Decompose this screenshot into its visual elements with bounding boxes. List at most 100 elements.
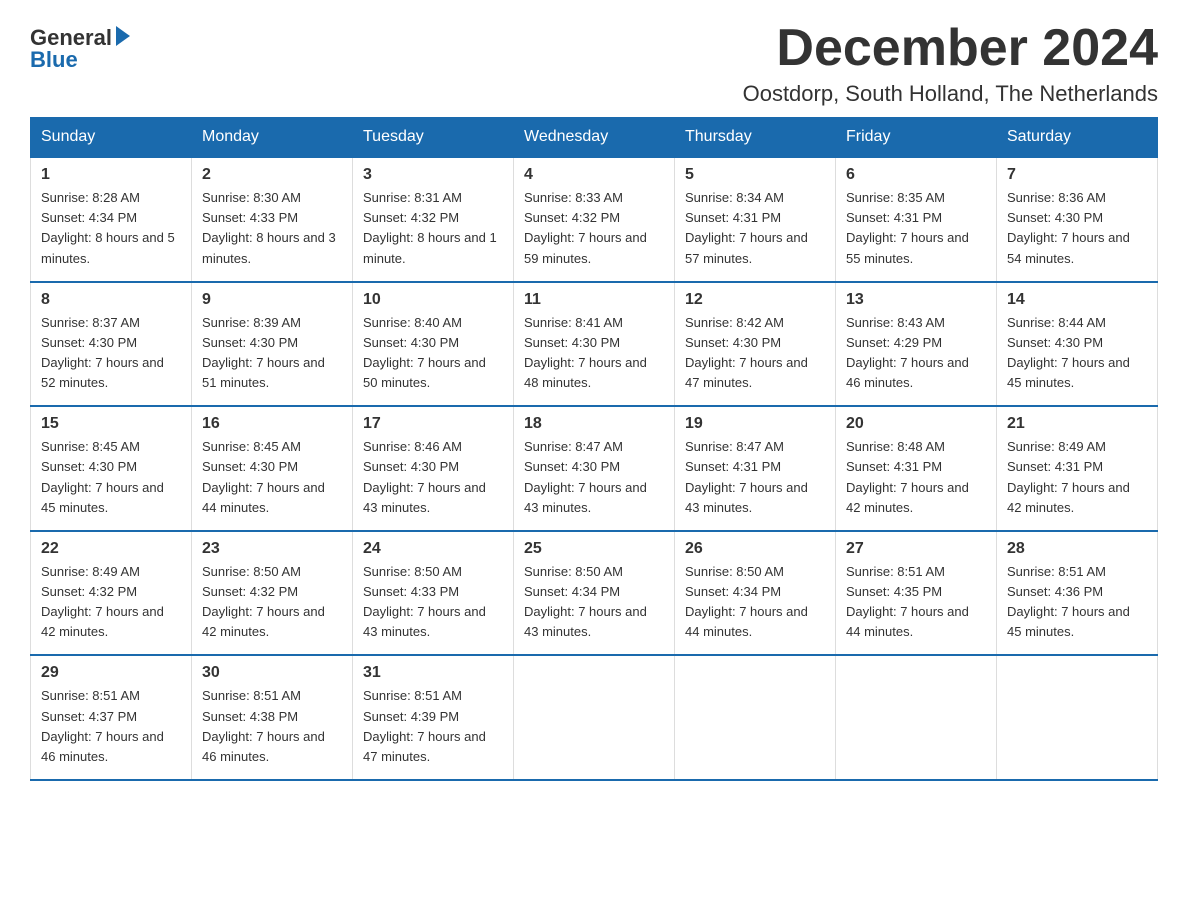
- day-number: 5: [685, 166, 825, 184]
- calendar-cell: 1 Sunrise: 8:28 AMSunset: 4:34 PMDayligh…: [31, 157, 192, 282]
- day-info: Sunrise: 8:41 AMSunset: 4:30 PMDaylight:…: [524, 313, 664, 394]
- day-info: Sunrise: 8:44 AMSunset: 4:30 PMDaylight:…: [1007, 313, 1147, 394]
- calendar-cell: 14 Sunrise: 8:44 AMSunset: 4:30 PMDaylig…: [997, 282, 1158, 407]
- calendar-week-row: 8 Sunrise: 8:37 AMSunset: 4:30 PMDayligh…: [31, 282, 1158, 407]
- day-number: 18: [524, 415, 664, 433]
- calendar-cell: 12 Sunrise: 8:42 AMSunset: 4:30 PMDaylig…: [675, 282, 836, 407]
- day-number: 17: [363, 415, 503, 433]
- calendar-cell: 30 Sunrise: 8:51 AMSunset: 4:38 PMDaylig…: [192, 655, 353, 780]
- day-info: Sunrise: 8:31 AMSunset: 4:32 PMDaylight:…: [363, 188, 503, 269]
- day-number: 7: [1007, 166, 1147, 184]
- day-info: Sunrise: 8:47 AMSunset: 4:31 PMDaylight:…: [685, 437, 825, 518]
- day-info: Sunrise: 8:33 AMSunset: 4:32 PMDaylight:…: [524, 188, 664, 269]
- page-header: General Blue December 2024 Oostdorp, Sou…: [30, 20, 1158, 107]
- day-info: Sunrise: 8:51 AMSunset: 4:35 PMDaylight:…: [846, 562, 986, 643]
- day-number: 16: [202, 415, 342, 433]
- calendar-cell: 13 Sunrise: 8:43 AMSunset: 4:29 PMDaylig…: [836, 282, 997, 407]
- day-number: 14: [1007, 291, 1147, 309]
- calendar-week-row: 1 Sunrise: 8:28 AMSunset: 4:34 PMDayligh…: [31, 157, 1158, 282]
- day-info: Sunrise: 8:50 AMSunset: 4:34 PMDaylight:…: [685, 562, 825, 643]
- day-number: 31: [363, 664, 503, 682]
- day-number: 12: [685, 291, 825, 309]
- day-info: Sunrise: 8:42 AMSunset: 4:30 PMDaylight:…: [685, 313, 825, 394]
- calendar-cell: 4 Sunrise: 8:33 AMSunset: 4:32 PMDayligh…: [514, 157, 675, 282]
- day-number: 25: [524, 540, 664, 558]
- day-number: 22: [41, 540, 181, 558]
- day-info: Sunrise: 8:49 AMSunset: 4:31 PMDaylight:…: [1007, 437, 1147, 518]
- day-info: Sunrise: 8:45 AMSunset: 4:30 PMDaylight:…: [41, 437, 181, 518]
- day-number: 4: [524, 166, 664, 184]
- calendar-cell: 21 Sunrise: 8:49 AMSunset: 4:31 PMDaylig…: [997, 406, 1158, 531]
- calendar-header-tuesday: Tuesday: [353, 118, 514, 158]
- day-number: 23: [202, 540, 342, 558]
- calendar-cell: 26 Sunrise: 8:50 AMSunset: 4:34 PMDaylig…: [675, 531, 836, 656]
- logo-triangle-icon: [116, 26, 130, 46]
- day-info: Sunrise: 8:46 AMSunset: 4:30 PMDaylight:…: [363, 437, 503, 518]
- day-info: Sunrise: 8:51 AMSunset: 4:36 PMDaylight:…: [1007, 562, 1147, 643]
- calendar-cell: [514, 655, 675, 780]
- day-number: 19: [685, 415, 825, 433]
- month-title: December 2024: [743, 20, 1158, 77]
- day-number: 6: [846, 166, 986, 184]
- day-info: Sunrise: 8:50 AMSunset: 4:33 PMDaylight:…: [363, 562, 503, 643]
- day-info: Sunrise: 8:51 AMSunset: 4:39 PMDaylight:…: [363, 686, 503, 767]
- calendar-header-saturday: Saturday: [997, 118, 1158, 158]
- day-number: 15: [41, 415, 181, 433]
- calendar-cell: [997, 655, 1158, 780]
- calendar-cell: 23 Sunrise: 8:50 AMSunset: 4:32 PMDaylig…: [192, 531, 353, 656]
- title-section: December 2024 Oostdorp, South Holland, T…: [743, 20, 1158, 107]
- calendar-cell: 8 Sunrise: 8:37 AMSunset: 4:30 PMDayligh…: [31, 282, 192, 407]
- calendar-cell: 29 Sunrise: 8:51 AMSunset: 4:37 PMDaylig…: [31, 655, 192, 780]
- day-number: 27: [846, 540, 986, 558]
- day-number: 30: [202, 664, 342, 682]
- calendar-cell: [836, 655, 997, 780]
- day-info: Sunrise: 8:50 AMSunset: 4:32 PMDaylight:…: [202, 562, 342, 643]
- calendar-header-friday: Friday: [836, 118, 997, 158]
- day-number: 3: [363, 166, 503, 184]
- day-number: 26: [685, 540, 825, 558]
- calendar-cell: 6 Sunrise: 8:35 AMSunset: 4:31 PMDayligh…: [836, 157, 997, 282]
- day-info: Sunrise: 8:30 AMSunset: 4:33 PMDaylight:…: [202, 188, 342, 269]
- calendar-cell: 10 Sunrise: 8:40 AMSunset: 4:30 PMDaylig…: [353, 282, 514, 407]
- day-number: 28: [1007, 540, 1147, 558]
- day-number: 8: [41, 291, 181, 309]
- calendar-cell: 7 Sunrise: 8:36 AMSunset: 4:30 PMDayligh…: [997, 157, 1158, 282]
- calendar-header-wednesday: Wednesday: [514, 118, 675, 158]
- calendar-cell: 2 Sunrise: 8:30 AMSunset: 4:33 PMDayligh…: [192, 157, 353, 282]
- logo-blue-text: Blue: [30, 47, 78, 73]
- calendar-cell: 11 Sunrise: 8:41 AMSunset: 4:30 PMDaylig…: [514, 282, 675, 407]
- day-info: Sunrise: 8:43 AMSunset: 4:29 PMDaylight:…: [846, 313, 986, 394]
- day-info: Sunrise: 8:51 AMSunset: 4:37 PMDaylight:…: [41, 686, 181, 767]
- day-number: 10: [363, 291, 503, 309]
- calendar-header-thursday: Thursday: [675, 118, 836, 158]
- calendar-cell: 9 Sunrise: 8:39 AMSunset: 4:30 PMDayligh…: [192, 282, 353, 407]
- calendar-header-sunday: Sunday: [31, 118, 192, 158]
- day-info: Sunrise: 8:40 AMSunset: 4:30 PMDaylight:…: [363, 313, 503, 394]
- day-info: Sunrise: 8:51 AMSunset: 4:38 PMDaylight:…: [202, 686, 342, 767]
- calendar-week-row: 29 Sunrise: 8:51 AMSunset: 4:37 PMDaylig…: [31, 655, 1158, 780]
- location-title: Oostdorp, South Holland, The Netherlands: [743, 81, 1158, 107]
- calendar-cell: 18 Sunrise: 8:47 AMSunset: 4:30 PMDaylig…: [514, 406, 675, 531]
- day-info: Sunrise: 8:48 AMSunset: 4:31 PMDaylight:…: [846, 437, 986, 518]
- day-info: Sunrise: 8:34 AMSunset: 4:31 PMDaylight:…: [685, 188, 825, 269]
- day-info: Sunrise: 8:37 AMSunset: 4:30 PMDaylight:…: [41, 313, 181, 394]
- day-number: 13: [846, 291, 986, 309]
- day-number: 20: [846, 415, 986, 433]
- day-number: 1: [41, 166, 181, 184]
- calendar-header-monday: Monday: [192, 118, 353, 158]
- day-number: 29: [41, 664, 181, 682]
- calendar-cell: 28 Sunrise: 8:51 AMSunset: 4:36 PMDaylig…: [997, 531, 1158, 656]
- day-info: Sunrise: 8:45 AMSunset: 4:30 PMDaylight:…: [202, 437, 342, 518]
- day-number: 2: [202, 166, 342, 184]
- day-info: Sunrise: 8:50 AMSunset: 4:34 PMDaylight:…: [524, 562, 664, 643]
- day-info: Sunrise: 8:39 AMSunset: 4:30 PMDaylight:…: [202, 313, 342, 394]
- calendar-cell: 22 Sunrise: 8:49 AMSunset: 4:32 PMDaylig…: [31, 531, 192, 656]
- calendar-cell: 5 Sunrise: 8:34 AMSunset: 4:31 PMDayligh…: [675, 157, 836, 282]
- calendar-week-row: 22 Sunrise: 8:49 AMSunset: 4:32 PMDaylig…: [31, 531, 1158, 656]
- day-info: Sunrise: 8:28 AMSunset: 4:34 PMDaylight:…: [41, 188, 181, 269]
- calendar-cell: 16 Sunrise: 8:45 AMSunset: 4:30 PMDaylig…: [192, 406, 353, 531]
- day-info: Sunrise: 8:49 AMSunset: 4:32 PMDaylight:…: [41, 562, 181, 643]
- calendar-cell: 24 Sunrise: 8:50 AMSunset: 4:33 PMDaylig…: [353, 531, 514, 656]
- calendar-cell: [675, 655, 836, 780]
- day-number: 11: [524, 291, 664, 309]
